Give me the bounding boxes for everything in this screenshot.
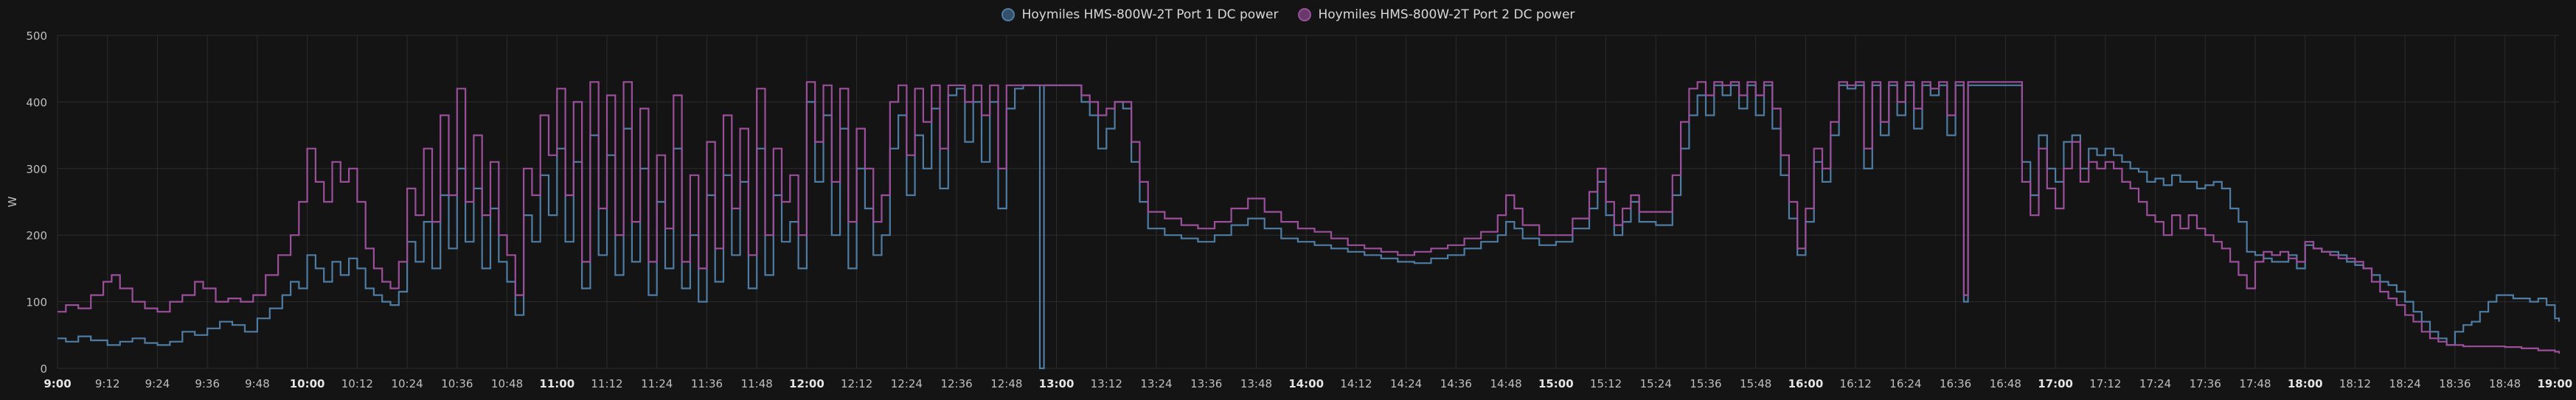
x-tick-label: 19:00 — [2537, 377, 2572, 390]
x-tick-label: 11:24 — [641, 377, 673, 390]
x-tick-label: 13:36 — [1190, 377, 1222, 390]
y-tick-label: 0 — [40, 362, 47, 376]
x-tick-label: 9:24 — [145, 377, 170, 390]
x-tick-label: 10:24 — [391, 377, 423, 390]
y-axis: 0 100 200 300 400 500 W — [6, 29, 47, 376]
x-tick-label: 14:00 — [1288, 377, 1324, 390]
x-tick-label: 10:12 — [341, 377, 373, 390]
x-axis: 9:00 9:12 9:24 9:36 9:48 10:00 10:12 10:24 10:36… — [44, 377, 2572, 390]
plot-area[interactable]: 0 100 200 300 400 500 W 9:00 9:12 9:24 9:36 9:48 10… — [0, 0, 2576, 400]
x-tick-label: 13:12 — [1091, 377, 1122, 390]
x-tick-label: 15:48 — [1740, 377, 1771, 390]
x-tick-label: 14:36 — [1440, 377, 1472, 390]
x-tick-label: 18:48 — [2489, 377, 2521, 390]
x-tick-label: 15:12 — [1590, 377, 1622, 390]
y-tick-label: 400 — [26, 96, 47, 109]
x-tick-label: 12:36 — [940, 377, 972, 390]
x-tick-label: 16:00 — [1788, 377, 1824, 390]
x-tick-label: 11:12 — [591, 377, 622, 390]
x-tick-label: 10:00 — [290, 377, 325, 390]
x-tick-label: 12:24 — [891, 377, 923, 390]
x-tick-label: 14:48 — [1490, 377, 1521, 390]
x-tick-label: 9:48 — [245, 377, 270, 390]
x-tick-label: 11:48 — [741, 377, 773, 390]
x-tick-label: 16:48 — [1990, 377, 2021, 390]
x-tick-label: 12:12 — [841, 377, 872, 390]
x-tick-label: 9:36 — [195, 377, 220, 390]
x-tick-label: 16:24 — [1889, 377, 1921, 390]
y-tick-label: 100 — [26, 296, 47, 309]
x-tick-label: 17:24 — [2139, 377, 2171, 390]
x-tick-label: 17:48 — [2239, 377, 2271, 390]
x-tick-label: 13:48 — [1240, 377, 1272, 390]
series-line-port1 — [58, 84, 2561, 370]
x-tick-label: 12:00 — [789, 377, 824, 390]
x-tick-label: 11:00 — [539, 377, 574, 390]
y-axis-label: W — [6, 196, 19, 207]
x-tick-label: 15:36 — [1690, 377, 1721, 390]
x-tick-label: 16:12 — [1840, 377, 1872, 390]
x-tick-label: 17:00 — [2038, 377, 2073, 390]
x-tick-label: 16:36 — [1940, 377, 1971, 390]
y-tick-label: 500 — [26, 29, 47, 43]
x-tick-label: 14:12 — [1340, 377, 1372, 390]
series-line-port2 — [58, 81, 2561, 354]
x-tick-label: 18:24 — [2389, 377, 2421, 390]
x-tick-label: 18:12 — [2339, 377, 2371, 390]
x-tick-label: 14:24 — [1390, 377, 1422, 390]
x-tick-label: 17:12 — [2089, 377, 2121, 390]
x-tick-label: 10:48 — [491, 377, 523, 390]
x-tick-label: 9:00 — [44, 377, 71, 390]
y-tick-label: 300 — [26, 163, 47, 176]
y-tick-label: 200 — [26, 229, 47, 242]
x-tick-label: 9:12 — [95, 377, 120, 390]
x-tick-label: 12:48 — [990, 377, 1022, 390]
x-tick-label: 13:00 — [1039, 377, 1075, 390]
x-tick-label: 11:36 — [691, 377, 723, 390]
x-tick-label: 15:24 — [1640, 377, 1672, 390]
x-tick-label: 13:24 — [1140, 377, 1172, 390]
x-tick-label: 10:36 — [441, 377, 473, 390]
x-tick-label: 17:36 — [2190, 377, 2221, 390]
series-lines — [58, 81, 2561, 370]
x-tick-label: 15:00 — [1538, 377, 1574, 390]
chart-panel: Hoymiles HMS-800W-2T Port 1 DC power Hoy… — [0, 0, 2576, 400]
x-tick-label: 18:00 — [2288, 377, 2323, 390]
x-tick-label: 18:36 — [2439, 377, 2471, 390]
